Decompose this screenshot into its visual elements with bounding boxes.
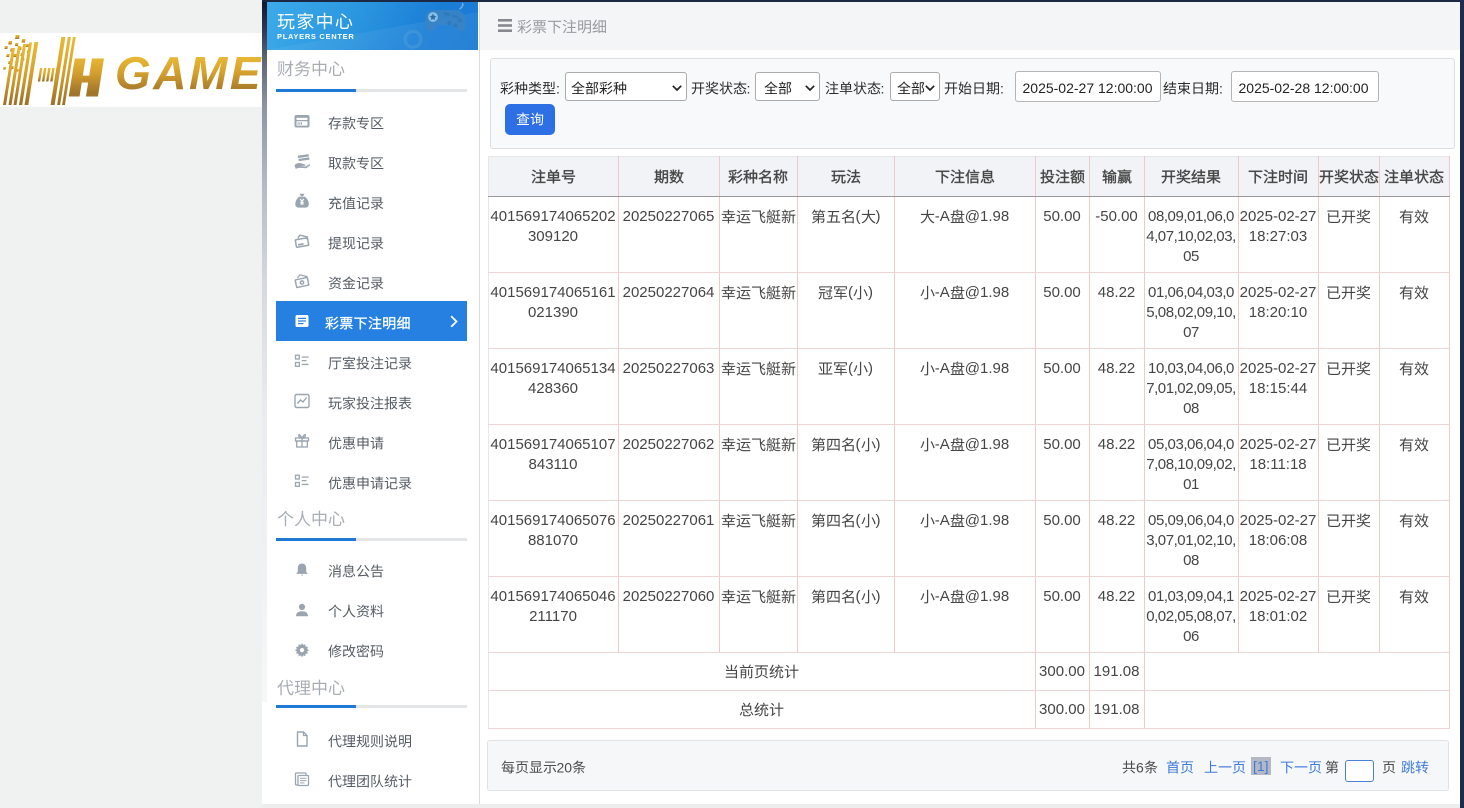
- svg-text:GAME: GAME: [115, 47, 262, 99]
